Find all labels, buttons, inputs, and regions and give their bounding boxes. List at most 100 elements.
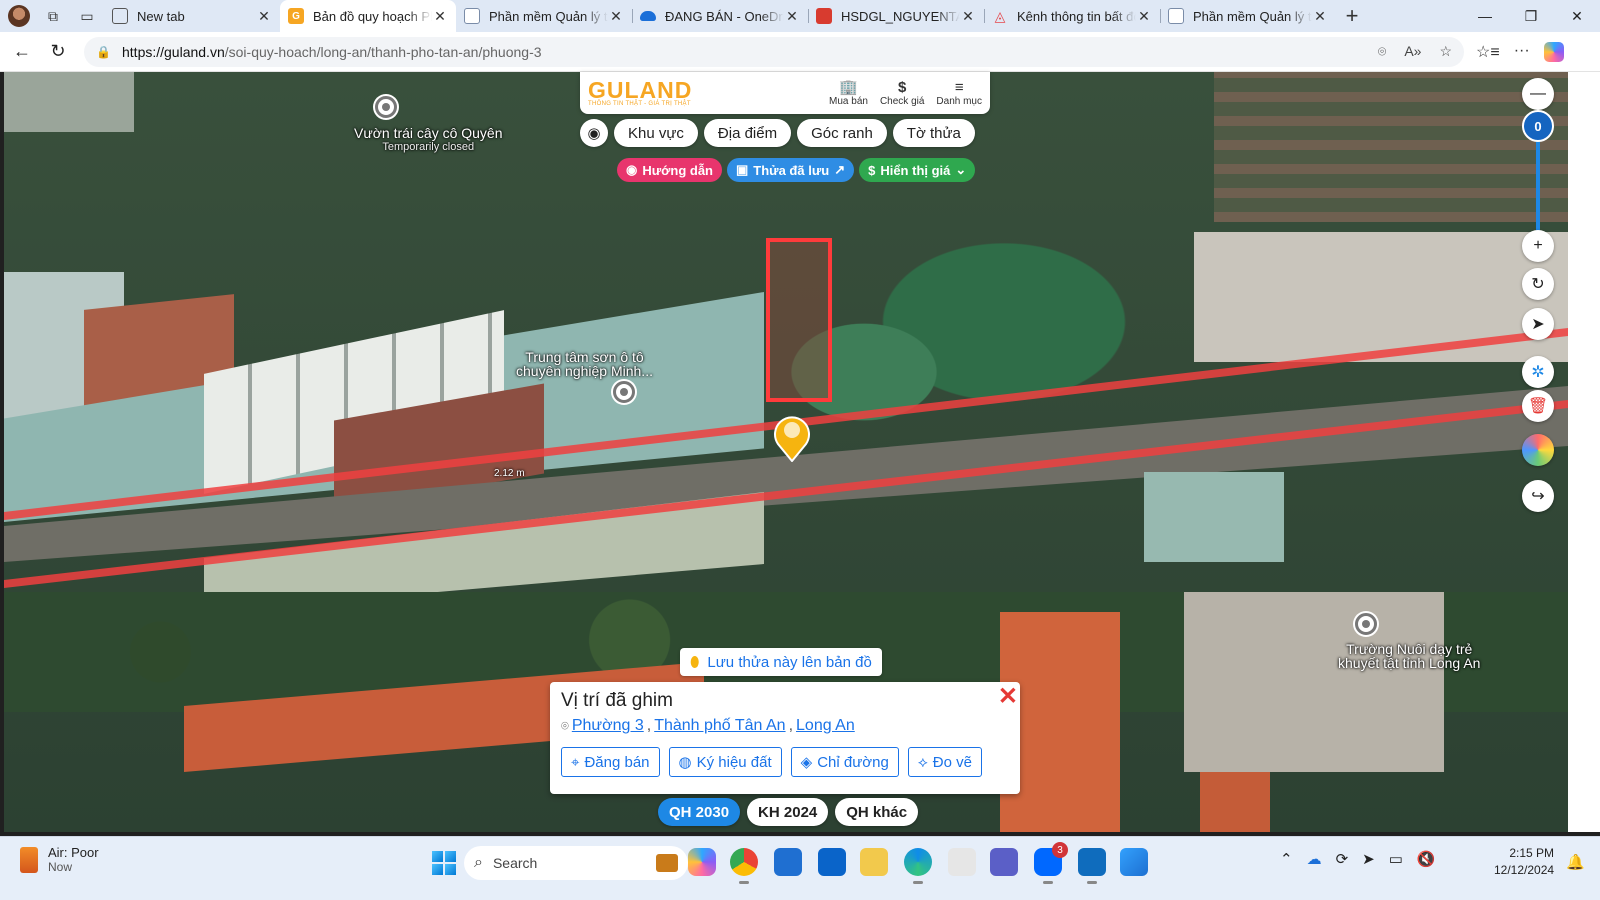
close-tab-icon[interactable]: ✕ bbox=[784, 8, 800, 25]
volume-muted-icon[interactable]: 🔇 bbox=[1417, 850, 1436, 868]
profile-avatar[interactable] bbox=[8, 5, 30, 27]
paint-shop-label[interactable]: Trung tâm sơn ô tô chuyên nghiệp Minh... bbox=[516, 350, 653, 378]
tab-pdf[interactable]: HSDGL_NGUYENTAND ✕ bbox=[808, 0, 984, 32]
tab-realestate[interactable]: ◬ Kênh thông tin bất độ ✕ bbox=[984, 0, 1160, 32]
zoom-out-button[interactable]: — bbox=[1522, 78, 1554, 110]
photos-icon[interactable] bbox=[1120, 848, 1148, 876]
popup-address: ⌾ Phường 3, Thành phố Tân An, Long An bbox=[561, 717, 855, 735]
chrome-icon[interactable] bbox=[730, 848, 758, 884]
location-icon[interactable]: ⌾ bbox=[1378, 43, 1386, 60]
clock[interactable]: 2:15 PM 12/12/2024 bbox=[1494, 845, 1554, 879]
favorite-star-icon[interactable]: ☆ bbox=[1439, 43, 1452, 60]
school-pin-icon[interactable] bbox=[1355, 613, 1377, 635]
locate-me-button[interactable]: ◉ bbox=[580, 119, 608, 147]
tab-actions-icon[interactable]: ▭ bbox=[70, 0, 104, 32]
tab-guland[interactable]: G Bản đồ quy hoạch Phư ✕ bbox=[280, 0, 456, 32]
ward-link[interactable]: Phường 3 bbox=[572, 717, 644, 735]
orchard-label[interactable]: Vườn trái cây cô Quyên Temporarily close… bbox=[354, 126, 503, 154]
start-button[interactable] bbox=[432, 851, 456, 875]
pin-plus-icon: ⌖ bbox=[571, 753, 580, 771]
teams-icon[interactable] bbox=[990, 848, 1018, 876]
draw-tool-icon[interactable]: ✲ bbox=[1522, 356, 1554, 388]
tab-new-tab[interactable]: New tab ✕ bbox=[104, 0, 280, 32]
guide-button[interactable]: ◉ Hướng dẫn bbox=[617, 158, 722, 182]
realestate-icon: ◬ bbox=[994, 7, 1006, 24]
zoom-slider-handle[interactable]: 0 bbox=[1522, 110, 1554, 142]
send-icon[interactable]: ➤ bbox=[1362, 850, 1375, 868]
notification-bell-icon[interactable]: 🔔 bbox=[1566, 853, 1585, 871]
share-icon[interactable]: ↪ bbox=[1522, 480, 1554, 512]
tab-asset-software-1[interactable]: Phần mềm Quản lý tài ✕ bbox=[456, 0, 632, 32]
minimize-icon[interactable]: — bbox=[1462, 8, 1508, 25]
check-price-button[interactable]: $ Check giá bbox=[880, 79, 924, 107]
close-window-icon[interactable]: ✕ bbox=[1554, 8, 1600, 25]
new-tab-button[interactable]: + bbox=[1336, 3, 1368, 29]
more-icon[interactable]: ··· bbox=[1514, 42, 1530, 62]
reset-view-icon[interactable]: ↻ bbox=[1522, 268, 1554, 300]
post-for-sale-button[interactable]: ⌖ Đăng bán bbox=[561, 747, 660, 777]
sync-icon[interactable]: ⟳ bbox=[1336, 850, 1349, 868]
zalo-icon[interactable]: 3 bbox=[1034, 842, 1068, 884]
delete-icon[interactable]: 🗑 bbox=[1522, 390, 1554, 422]
show-price-button[interactable]: $ Hiển thị giá ⌄ bbox=[859, 158, 976, 182]
measure-button[interactable]: ⟡ Đo vẽ bbox=[907, 747, 982, 777]
close-tab-icon[interactable]: ✕ bbox=[256, 8, 272, 25]
close-tab-icon[interactable]: ✕ bbox=[1312, 8, 1328, 25]
zoom-in-button[interactable]: + bbox=[1522, 230, 1554, 262]
close-icon[interactable]: ✕ bbox=[998, 682, 1018, 711]
menu-button[interactable]: ≡ Danh mục bbox=[936, 79, 982, 107]
color-palette-icon[interactable] bbox=[1522, 434, 1554, 466]
back-icon[interactable]: ← bbox=[4, 41, 40, 62]
copilot-icon[interactable] bbox=[1543, 41, 1564, 62]
guland-logo[interactable]: GULAND THÔNG TIN THẬT - GIÁ TRỊ THẬT bbox=[588, 79, 692, 108]
layer-qh-2030[interactable]: QH 2030 bbox=[658, 798, 741, 826]
filter-place-chip[interactable]: Địa điểm bbox=[703, 119, 792, 147]
filter-parcel-chip[interactable]: Tờ thửa bbox=[892, 119, 975, 147]
chevron-up-icon[interactable]: ⌃ bbox=[1280, 850, 1293, 868]
land-symbol-button[interactable]: ◍ Ký hiệu đất bbox=[668, 747, 782, 777]
menu-icon: ≡ bbox=[954, 79, 964, 96]
refresh-icon[interactable]: ↻ bbox=[40, 41, 76, 62]
navigate-icon[interactable]: ➤ bbox=[1522, 308, 1554, 340]
province-link[interactable]: Long An bbox=[796, 717, 855, 735]
read-aloud-icon[interactable]: A» bbox=[1404, 43, 1421, 60]
layer-kh-2024[interactable]: KH 2024 bbox=[747, 798, 829, 826]
zoom-slider-track[interactable] bbox=[1536, 140, 1540, 232]
close-tab-icon[interactable]: ✕ bbox=[1136, 8, 1152, 25]
display-icon[interactable]: ▭ bbox=[1389, 850, 1403, 868]
school-label[interactable]: Trường Nuôi dạy trẻ khuyết tật tỉnh Long… bbox=[1338, 642, 1480, 670]
saved-parcels-button[interactable]: ▣ Thửa đã lưu ↗ bbox=[727, 158, 855, 182]
url-field[interactable]: 🔒 https://guland.vn/soi-quy-hoach/long-a… bbox=[84, 36, 1464, 67]
copilot-taskbar-icon[interactable] bbox=[688, 848, 716, 876]
filter-area-chip[interactable]: Khu vực bbox=[614, 119, 698, 147]
selected-parcel bbox=[766, 238, 832, 402]
tab-asset-software-2[interactable]: Phần mềm Quản lý tài ✕ bbox=[1160, 0, 1336, 32]
paint-icon[interactable] bbox=[948, 848, 976, 876]
close-tab-icon[interactable]: ✕ bbox=[608, 8, 624, 25]
taskbar-search[interactable]: ⌕ Search bbox=[464, 846, 688, 880]
tab-onedrive[interactable]: ĐANG BÁN - OneDrive ✕ bbox=[632, 0, 808, 32]
layer-qh-other[interactable]: QH khác bbox=[835, 798, 919, 826]
pinned-location-marker-icon[interactable] bbox=[772, 410, 812, 462]
weather-widget[interactable]: Air: Poor Now bbox=[20, 845, 99, 874]
workspaces-icon[interactable]: ⧉ bbox=[36, 0, 70, 32]
file-explorer-icon[interactable] bbox=[860, 848, 888, 876]
buy-sell-button[interactable]: 🏢 Mua bán bbox=[829, 79, 868, 107]
system-tray: ⌃ ☁ ⟳ ➤ ▭ 🔇 bbox=[1280, 850, 1436, 868]
filter-corner-chip[interactable]: Góc ranh bbox=[797, 119, 887, 147]
paint-shop-pin-icon[interactable] bbox=[613, 381, 635, 403]
restore-icon[interactable]: ❐ bbox=[1508, 8, 1554, 25]
save-parcel-button[interactable]: ⬮ Lưu thửa này lên bản đồ bbox=[680, 648, 882, 676]
city-link[interactable]: Thành phố Tân An bbox=[654, 717, 785, 735]
close-tab-icon[interactable]: ✕ bbox=[432, 8, 448, 25]
favorites-icon[interactable]: ☆≡ bbox=[1476, 42, 1500, 62]
edge-icon[interactable] bbox=[904, 848, 932, 884]
onedrive-tray-icon[interactable]: ☁ bbox=[1307, 850, 1322, 868]
directions-button[interactable]: ◈ Chỉ đường bbox=[790, 747, 899, 777]
outlook-icon[interactable] bbox=[818, 848, 846, 876]
lock-icon[interactable]: 🔒 bbox=[96, 45, 122, 59]
orchard-pin-icon[interactable] bbox=[375, 96, 397, 118]
store-icon[interactable] bbox=[774, 848, 802, 876]
close-tab-icon[interactable]: ✕ bbox=[960, 8, 976, 25]
outlook-new-icon[interactable] bbox=[1078, 848, 1106, 884]
